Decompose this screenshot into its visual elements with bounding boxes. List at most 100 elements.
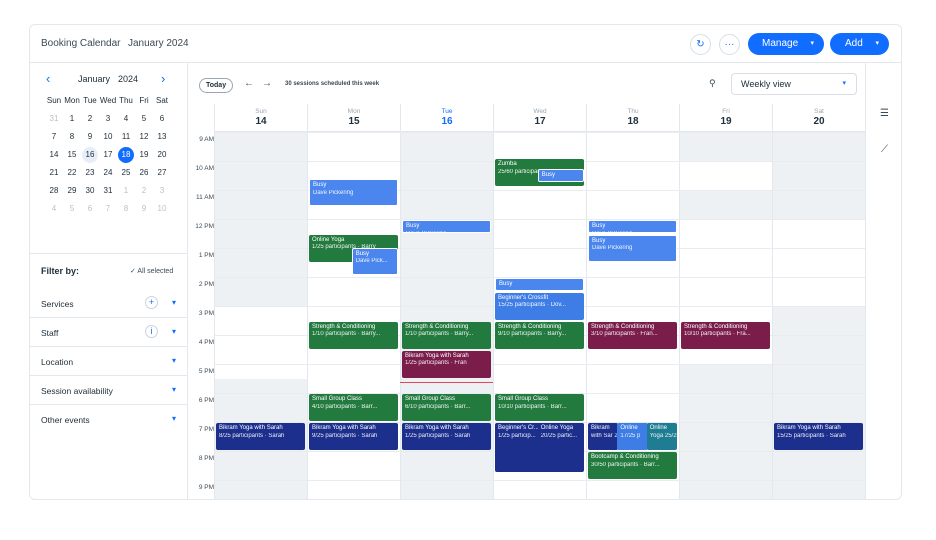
calendar-event[interactable]: Strength & Conditioning 1/10 participants… bbox=[309, 321, 398, 349]
list-view-icon[interactable]: ☰ bbox=[876, 105, 893, 122]
next-month-button[interactable]: › bbox=[161, 72, 165, 86]
calendar-event[interactable]: BusyDave Pickering bbox=[402, 220, 491, 233]
mini-calendar-day[interactable]: 9 bbox=[82, 129, 98, 145]
mini-calendar-day[interactable]: 17 bbox=[100, 147, 116, 163]
day-header[interactable]: Sat 20 bbox=[772, 104, 865, 132]
mini-calendar-day[interactable]: 10 bbox=[154, 201, 170, 217]
prev-month-button[interactable]: ‹ bbox=[46, 72, 50, 86]
mini-calendar-day[interactable]: 5 bbox=[136, 111, 152, 127]
manage-button[interactable]: Manage ▾ bbox=[748, 33, 824, 55]
calendar-event[interactable]: Busy bbox=[495, 278, 584, 291]
mini-calendar-day[interactable]: 14 bbox=[46, 147, 62, 163]
calendar-event[interactable]: Online Yoga 20/25 partic... bbox=[537, 423, 584, 450]
calendar-event[interactable]: Busy Dave Pick... bbox=[351, 247, 398, 275]
calendar-event[interactable]: Strength & Conditioning 3/10 participants… bbox=[588, 321, 677, 349]
calendar-event[interactable]: Bootcamp & Conditioning 30/50 participant… bbox=[588, 452, 677, 479]
mini-calendar-day[interactable]: 7 bbox=[46, 129, 62, 145]
calendar-event[interactable]: Bikramwith Sar 20/25 p bbox=[588, 423, 619, 450]
calendar-event[interactable]: Strength & Conditioning 9/10 participants… bbox=[495, 321, 584, 349]
hour-line bbox=[214, 219, 865, 220]
filter-other-events[interactable]: Other events ▾ bbox=[30, 405, 188, 434]
analytics-icon[interactable]: ⟋ bbox=[876, 141, 893, 158]
mini-calendar-day[interactable]: 8 bbox=[118, 201, 134, 217]
day-header[interactable]: Fri 19 bbox=[679, 104, 772, 132]
mini-calendar-day[interactable]: 10 bbox=[100, 129, 116, 145]
prev-week-button[interactable]: ← bbox=[244, 78, 254, 89]
mini-calendar-day[interactable]: 6 bbox=[154, 111, 170, 127]
mini-calendar-day[interactable]: 6 bbox=[82, 201, 98, 217]
calendar-event[interactable]: Small Group Class 4/10 participants · Bar… bbox=[309, 394, 398, 421]
calendar-event[interactable]: BusyDave Pickering bbox=[588, 220, 677, 233]
calendar-event[interactable]: Bikram Yoga with Sarah 8/25 participants … bbox=[216, 423, 305, 450]
mini-calendar-day[interactable]: 8 bbox=[64, 129, 80, 145]
mini-calendar-day[interactable]: 1 bbox=[118, 183, 134, 199]
day-header[interactable]: Mon 15 bbox=[307, 104, 400, 132]
mini-calendar-day[interactable]: 3 bbox=[100, 111, 116, 127]
mini-calendar-day[interactable]: 9 bbox=[136, 201, 152, 217]
day-header[interactable]: Tue 16 bbox=[400, 104, 493, 132]
mini-calendar-day[interactable]: 3 bbox=[154, 183, 170, 199]
hour-label: 6 PM bbox=[198, 397, 214, 404]
mini-calendar-day[interactable]: 13 bbox=[154, 129, 170, 145]
pin-icon[interactable]: ⚲ bbox=[709, 78, 716, 89]
mini-calendar-day[interactable]: 2 bbox=[136, 183, 152, 199]
mini-calendar-day[interactable]: 16 bbox=[82, 147, 98, 163]
calendar-event[interactable]: Online 17/25 p bbox=[617, 423, 648, 450]
sync-button[interactable]: ↻ bbox=[690, 34, 711, 55]
filter-staff[interactable]: Staff i ▾ bbox=[30, 318, 188, 347]
add-button[interactable]: Add ▾ bbox=[830, 33, 889, 55]
next-week-button[interactable]: → bbox=[262, 78, 272, 89]
calendar-event[interactable]: Bikram Yoga with Sarah 1/25 participants … bbox=[402, 350, 491, 378]
calendar-event[interactable]: BusyDave Pickering bbox=[309, 179, 398, 207]
view-select[interactable]: Weekly view ▾ bbox=[731, 73, 857, 95]
calendar-event[interactable]: Strength & Conditioning 1/10 participants… bbox=[402, 321, 491, 349]
mini-calendar-day[interactable]: 1 bbox=[64, 111, 80, 127]
mini-calendar-day[interactable]: 26 bbox=[136, 165, 152, 181]
mini-calendar-day[interactable]: 5 bbox=[64, 201, 80, 217]
calendar-event[interactable]: Bikram Yoga with Sarah 9/25 participants … bbox=[309, 423, 398, 450]
mini-calendar-day[interactable]: 22 bbox=[64, 165, 80, 181]
mini-calendar-day[interactable]: 29 bbox=[64, 183, 80, 199]
day-header[interactable]: Sun 14 bbox=[214, 104, 307, 132]
mini-calendar-day[interactable]: 24 bbox=[100, 165, 116, 181]
mini-calendar-day[interactable]: 4 bbox=[118, 111, 134, 127]
calendar-event[interactable]: Bikram Yoga with Sarah 1/25 participants … bbox=[402, 423, 491, 450]
mini-calendar-day[interactable]: 2 bbox=[82, 111, 98, 127]
mini-calendar-day[interactable]: 11 bbox=[118, 129, 134, 145]
calendar-event[interactable]: Small Group Class 6/10 participants · Bar… bbox=[402, 394, 491, 421]
mini-calendar-day[interactable]: 19 bbox=[136, 147, 152, 163]
info-icon[interactable]: i bbox=[145, 325, 158, 338]
filter-session-availability[interactable]: Session availability ▾ bbox=[30, 376, 188, 405]
mini-calendar-day[interactable]: 31 bbox=[46, 111, 62, 127]
mini-calendar-day[interactable]: 23 bbox=[82, 165, 98, 181]
mini-calendar-day[interactable]: 7 bbox=[100, 201, 116, 217]
calendar-event[interactable]: BusyDave Pickering bbox=[588, 234, 677, 262]
mini-calendar-day[interactable]: 12 bbox=[136, 129, 152, 145]
plus-icon[interactable]: + bbox=[145, 296, 158, 309]
mini-calendar-day[interactable]: 25 bbox=[118, 165, 134, 181]
mini-calendar-day[interactable]: 27 bbox=[154, 165, 170, 181]
calendar-event[interactable]: Bikram Yoga with Sarah 15/25 participants… bbox=[774, 423, 863, 450]
more-actions-button[interactable]: ··· bbox=[719, 34, 740, 55]
mini-calendar-day[interactable]: 31 bbox=[100, 183, 116, 199]
hour-label: 7 PM bbox=[198, 426, 214, 433]
day-header[interactable]: Thu 18 bbox=[586, 104, 679, 132]
calendar-event[interactable]: Online Yoga 25/25 bbox=[646, 423, 677, 450]
filter-services[interactable]: Services + ▾ bbox=[30, 289, 188, 318]
mini-calendar-day[interactable]: 28 bbox=[46, 183, 62, 199]
day-header[interactable]: Wed 17 bbox=[493, 104, 586, 132]
calendar-event[interactable]: Strength & Conditioning 10/10 participant… bbox=[681, 321, 770, 349]
calendar-event[interactable]: Beginner's Crossfit 15/25 participants · … bbox=[495, 292, 584, 320]
mini-calendar-day[interactable]: 15 bbox=[64, 147, 80, 163]
mini-calendar-day[interactable]: 20 bbox=[154, 147, 170, 163]
mini-calendar-day[interactable]: 4 bbox=[46, 201, 62, 217]
event-details: Yoga 25/25 bbox=[649, 432, 677, 439]
mini-calendar-day[interactable]: 30 bbox=[82, 183, 98, 199]
mini-calendar-day[interactable]: 18 bbox=[118, 147, 134, 163]
filter-location[interactable]: Location ▾ bbox=[30, 347, 188, 376]
mini-calendar-day[interactable]: 21 bbox=[46, 165, 62, 181]
calendar-event[interactable]: Busy bbox=[537, 169, 584, 182]
all-selected-toggle[interactable]: ✓ All selected bbox=[130, 267, 173, 275]
today-button[interactable]: Today bbox=[199, 78, 234, 93]
calendar-event[interactable]: Small Group Class 10/10 participants · Ba… bbox=[495, 394, 584, 421]
